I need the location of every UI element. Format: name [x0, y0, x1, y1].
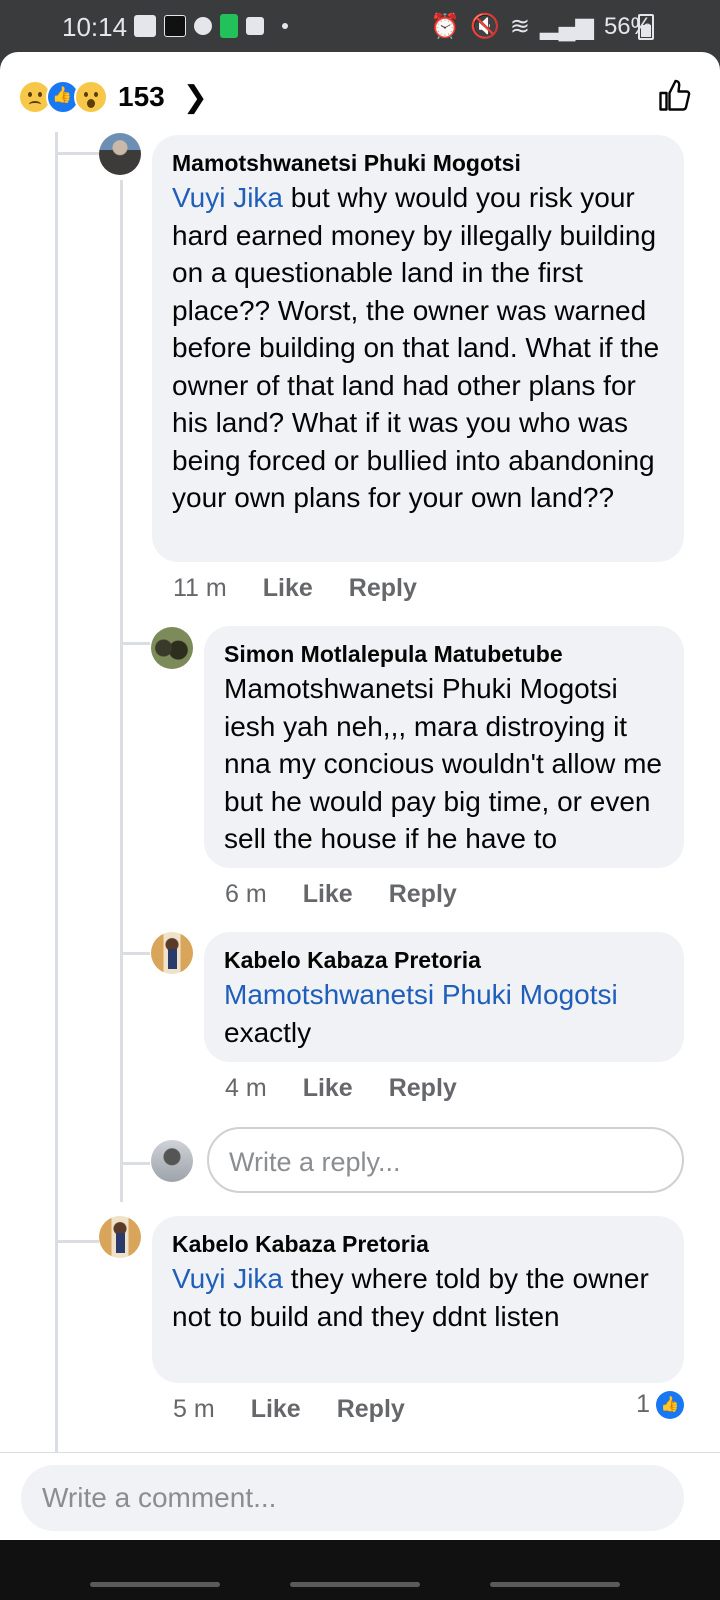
like-button[interactable]: Like: [303, 1074, 353, 1103]
comment-actions: 11 m Like Reply: [173, 574, 453, 603]
comment-bubble[interactable]: Simon Motlalepula Matubetube Mamotshwane…: [204, 626, 684, 868]
mute-icon: 🔇: [470, 13, 500, 40]
wifi-icon: ≋: [509, 13, 531, 40]
reply-button[interactable]: Reply: [337, 1395, 405, 1424]
message-icon: [134, 15, 156, 37]
like-button[interactable]: Like: [303, 880, 353, 909]
thread-connector: [55, 1240, 99, 1243]
comment-text: Vuyi Jika they where told by the owner n…: [172, 1263, 649, 1332]
battery-icon: [638, 14, 654, 40]
my-avatar: [151, 1140, 193, 1182]
comment-like-count[interactable]: 1 👍: [636, 1390, 684, 1419]
comment-bubble[interactable]: Kabelo Kabaza Pretoria Vuyi Jika they wh…: [152, 1216, 684, 1383]
thread-connector: [55, 152, 99, 155]
notification-icons: [134, 14, 288, 38]
comment-text: Vuyi Jika but why would you risk your ha…: [172, 182, 660, 513]
thread-line-replies: [120, 180, 123, 1202]
thread-connector: [120, 952, 150, 955]
checkbox-icon: [246, 17, 264, 35]
reply-button[interactable]: Reply: [349, 574, 417, 603]
wow-reaction-icon: [74, 80, 108, 114]
comment-input[interactable]: Write a comment...: [21, 1465, 684, 1531]
comment-text: Mamotshwanetsi Phuki Mogotsi exactly: [224, 979, 618, 1048]
like-button[interactable]: Like: [251, 1395, 301, 1424]
bug-icon: [194, 17, 212, 35]
avatar[interactable]: [99, 1216, 141, 1258]
reply-input[interactable]: Write a reply...: [207, 1127, 684, 1193]
comment-time: 5 m: [173, 1395, 215, 1423]
comment-author[interactable]: Simon Motlalepula Matubetube: [224, 638, 664, 670]
reply-button[interactable]: Reply: [389, 880, 457, 909]
nav-back-button[interactable]: [490, 1582, 620, 1587]
comment-text: Mamotshwanetsi Phuki Mogotsi iesh yah ne…: [224, 673, 663, 854]
reply-button[interactable]: Reply: [389, 1074, 457, 1103]
comment-bubble[interactable]: Kabelo Kabaza Pretoria Mamotshwanetsi Ph…: [204, 932, 684, 1062]
comment-time: 11 m: [173, 574, 227, 602]
comment-author[interactable]: Kabelo Kabaza Pretoria: [224, 944, 664, 976]
mention-link[interactable]: Vuyi Jika: [172, 1263, 283, 1294]
comment-actions: 6 m Like Reply: [225, 880, 493, 909]
comment-time: 4 m: [225, 1074, 267, 1102]
thread-connector: [120, 1162, 150, 1165]
reaction-count: 153: [118, 81, 165, 112]
avatar[interactable]: [151, 932, 193, 974]
nav-home-button[interactable]: [290, 1582, 420, 1587]
avatar[interactable]: [99, 133, 141, 175]
comment-actions: 4 m Like Reply: [225, 1074, 493, 1103]
thread-line-main: [55, 132, 58, 1540]
mention-link[interactable]: Mamotshwanetsi Phuki Mogotsi: [224, 979, 618, 1010]
comment-author[interactable]: Kabelo Kabaza Pretoria: [172, 1228, 664, 1260]
reaction-summary[interactable]: 153 ❯: [18, 77, 208, 117]
like-thumb-icon[interactable]: [656, 78, 692, 114]
comment-actions: 5 m Like Reply: [173, 1395, 441, 1424]
comment-author[interactable]: Mamotshwanetsi Phuki Mogotsi: [172, 147, 664, 179]
alarm-icon: ⏰: [430, 13, 461, 40]
system-icons: ⏰ 🔇 ≋ ▂▄▆ 56%: [430, 12, 652, 41]
app-notification-icon: [164, 15, 186, 37]
more-notifications-dot: [282, 23, 288, 29]
mention-link[interactable]: Vuyi Jika: [172, 182, 283, 213]
chevron-right-icon: ❯: [182, 80, 208, 114]
comments-sheet: 153 ❯ Mamotshwanetsi Phuki Mogotsi Vuyi …: [0, 52, 720, 1540]
status-bar: 10:14 ⏰ 🔇 ≋ ▂▄▆ 56%: [0, 0, 720, 52]
status-time: 10:14: [62, 12, 128, 42]
system-navigation-bar: [0, 1540, 720, 1600]
comment-time: 6 m: [225, 880, 267, 908]
thread-connector: [120, 642, 150, 645]
comment-bubble[interactable]: Mamotshwanetsi Phuki Mogotsi Vuyi Jika b…: [152, 135, 684, 562]
like-count-number: 1: [636, 1390, 650, 1418]
signal-icon: ▂▄▆: [540, 13, 594, 40]
nav-recent-button[interactable]: [90, 1582, 220, 1587]
like-button[interactable]: Like: [263, 574, 313, 603]
avatar[interactable]: [151, 627, 193, 669]
phone-app-icon: [220, 14, 238, 38]
comment-composer: Write a comment...: [0, 1452, 720, 1540]
like-badge-icon: 👍: [656, 1390, 684, 1419]
